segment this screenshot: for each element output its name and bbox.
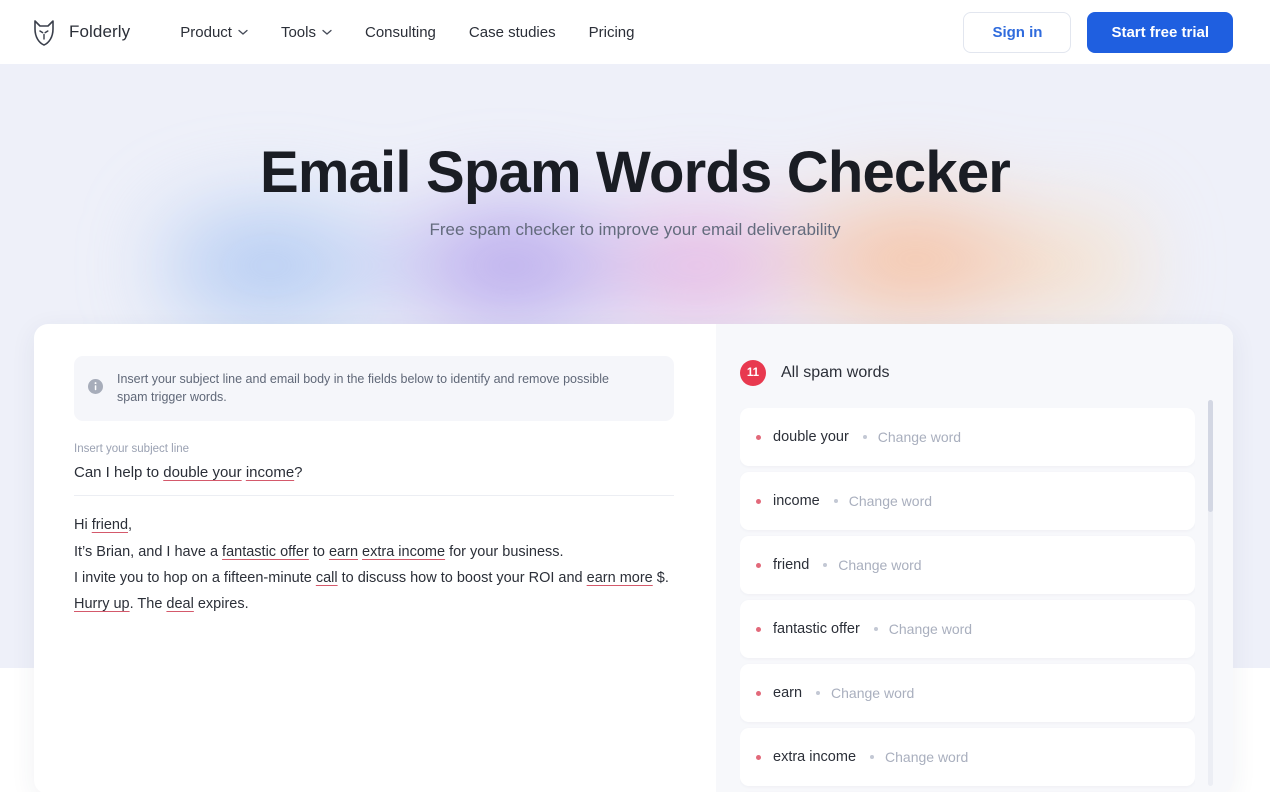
severity-dot-icon: [756, 690, 761, 696]
spam-word-highlight[interactable]: income: [246, 464, 294, 481]
plain-text: to: [308, 543, 329, 560]
nav-item-consulting[interactable]: Consulting: [365, 24, 436, 41]
spam-word-highlight[interactable]: extra income: [362, 544, 445, 560]
nav-item-product-label: Product: [180, 23, 232, 41]
nav-actions: Sign in Start free trial: [963, 11, 1233, 53]
spam-word-row[interactable]: income Change word: [740, 472, 1195, 530]
spam-word-highlight[interactable]: double your: [163, 464, 241, 481]
nav-item-pricing[interactable]: Pricing: [589, 24, 635, 41]
spam-word-row[interactable]: fantastic offer Change word: [740, 600, 1195, 658]
email-body-line: I invite you to hop on a fifteen-minute …: [74, 565, 674, 591]
spam-word-label: fantastic offer: [773, 621, 860, 637]
sign-in-button[interactable]: Sign in: [963, 11, 1072, 53]
severity-dot-icon: [756, 498, 761, 504]
plain-text: $.: [652, 570, 669, 586]
severity-dot-icon: [756, 626, 761, 632]
change-word-link[interactable]: Change word: [831, 685, 914, 701]
nav-item-pricing-label: Pricing: [588, 23, 635, 41]
spam-list-scroll-thumb[interactable]: [1208, 400, 1213, 512]
plain-text: It’s Brian, and I have a: [74, 543, 223, 560]
nav-item-case-studies-label: Case studies: [468, 23, 556, 41]
spam-word-highlight[interactable]: friend: [92, 517, 128, 533]
plain-text: for your business.: [445, 543, 564, 560]
brand-name: Folderly: [69, 22, 131, 41]
plain-text: expires.: [193, 596, 249, 613]
email-body-line: Hi friend,: [74, 512, 674, 538]
email-body-input[interactable]: Hi friend, It’s Brian, and I have a fanta…: [74, 512, 674, 618]
field-divider: [74, 495, 674, 497]
spam-panel-title: All spam words: [781, 364, 890, 381]
severity-dot-icon: [756, 562, 761, 568]
spam-word-row[interactable]: double your Change word: [740, 408, 1195, 466]
separator-dot-icon: [823, 563, 828, 567]
email-body-line: It’s Brian, and I have a fantastic offer…: [74, 539, 674, 565]
spam-words-list: double your Change word income Change word f…: [740, 408, 1195, 792]
start-free-trial-button[interactable]: Start free trial: [1087, 11, 1233, 53]
spam-word-row[interactable]: earn Change word: [740, 664, 1195, 722]
plain-text: Can I help to: [74, 464, 164, 482]
page-root: Folderly Product Tools Consulting Case s…: [0, 0, 1270, 792]
spam-word-label: friend: [773, 557, 810, 573]
plain-text: Hi: [74, 517, 92, 534]
spam-word-highlight[interactable]: earn more: [587, 570, 653, 586]
separator-dot-icon: [873, 627, 878, 631]
info-icon: [88, 379, 103, 399]
separator-dot-icon: [862, 435, 867, 439]
subject-input[interactable]: Can I help to double your income?: [74, 464, 674, 495]
change-word-link[interactable]: Change word: [849, 493, 932, 509]
chevron-down-icon: [238, 29, 248, 36]
brand[interactable]: Folderly: [30, 17, 130, 47]
chevron-down-icon: [322, 29, 332, 36]
spam-word-row[interactable]: friend Change word: [740, 536, 1195, 594]
checker-card: Insert your subject line and email body …: [34, 324, 1233, 792]
nav-item-tools-label: Tools: [280, 23, 316, 41]
plain-text: to discuss how to boost your ROI and: [337, 570, 587, 586]
spam-word-highlight[interactable]: call: [316, 570, 338, 586]
change-word-link[interactable]: Change word: [885, 749, 968, 765]
spam-word-label: double your: [773, 429, 849, 445]
email-body-line: Hurry up. The deal expires.: [74, 591, 674, 617]
change-word-link[interactable]: Change word: [878, 429, 961, 445]
spam-word-label: extra income: [773, 749, 857, 765]
change-word-link[interactable]: Change word: [838, 557, 921, 573]
nav-item-case-studies[interactable]: Case studies: [469, 24, 556, 41]
spam-words-panel: 11 All spam words double your Change word…: [716, 324, 1233, 792]
separator-dot-icon: [816, 691, 821, 695]
nav-item-consulting-label: Consulting: [365, 23, 436, 41]
plain-text: ,: [128, 517, 133, 534]
separator-dot-icon: [833, 499, 838, 503]
separator-dot-icon: [870, 755, 875, 759]
nav-item-product[interactable]: Product: [180, 24, 248, 41]
spam-word-highlight[interactable]: earn: [329, 544, 358, 560]
severity-dot-icon: [756, 434, 761, 440]
top-navigation: Folderly Product Tools Consulting Case s…: [0, 0, 1270, 64]
spam-word-label: income: [773, 493, 820, 509]
spam-word-row[interactable]: extra income Change word: [740, 728, 1195, 786]
spam-word-label: earn: [773, 685, 803, 701]
spam-word-highlight[interactable]: deal: [166, 596, 193, 612]
spam-word-highlight[interactable]: Hurry up: [74, 596, 130, 612]
plain-text: ?: [294, 464, 303, 482]
spam-panel-header: 11 All spam words: [740, 360, 1233, 386]
page-subtitle: Free spam checker to improve your email …: [429, 220, 841, 239]
nav-links: Product Tools Consulting Case studies Pr…: [180, 24, 667, 41]
severity-dot-icon: [756, 754, 761, 760]
page-title: Email Spam Words Checker: [259, 140, 1011, 205]
editor-pane: Insert your subject line and email body …: [34, 324, 716, 792]
plain-text: . The: [129, 596, 167, 613]
spam-word-highlight[interactable]: fantastic offer: [222, 544, 309, 560]
info-banner: Insert your subject line and email body …: [74, 356, 674, 422]
fox-head-logo-icon: [30, 17, 58, 47]
change-word-link[interactable]: Change word: [889, 621, 972, 637]
info-banner-text: Insert your subject line and email body …: [117, 372, 609, 405]
spam-list-scrollbar[interactable]: [1208, 400, 1213, 786]
nav-item-tools[interactable]: Tools: [281, 24, 332, 41]
subject-field-label: Insert your subject line: [74, 443, 190, 456]
plain-text: I invite you to hop on a fifteen-minute: [74, 570, 316, 586]
spam-count-badge: 11: [740, 360, 766, 386]
